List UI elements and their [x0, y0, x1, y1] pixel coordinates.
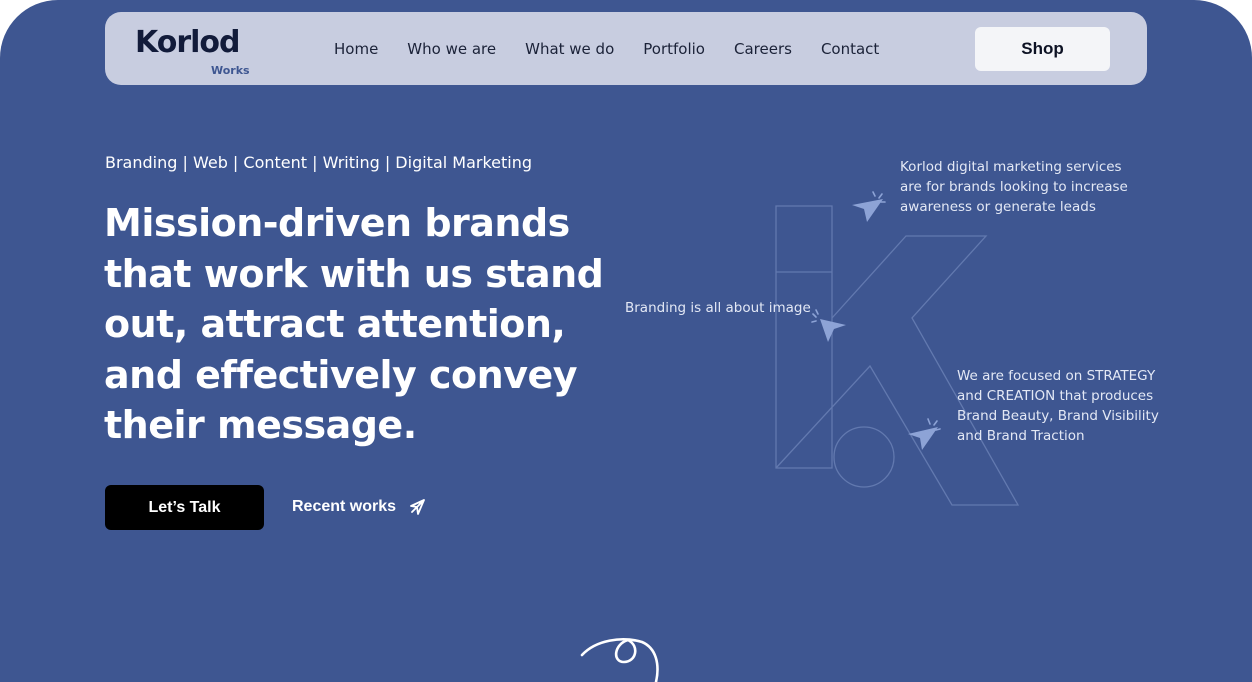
hero-headline: Mission-driven brands that work with us … — [104, 201, 604, 447]
recent-works-label: Recent works — [292, 498, 397, 515]
send-arrow-icon — [410, 499, 425, 515]
shop-button[interactable]: Shop — [975, 27, 1110, 71]
korlod-logo[interactable]: Korlod Works — [135, 22, 255, 78]
top-navbar: Korlod Works Home Who we are What we do … — [105, 12, 1147, 85]
callout-strategy: We are focused on STRATEGY and CREATION … — [957, 368, 1159, 444]
services-tagline: Branding | Web | Content | Writing | Dig… — [105, 153, 533, 172]
hero-section: Korlod Works Home Who we are What we do … — [0, 0, 1252, 682]
logo-wordmark: Korlod — [135, 25, 241, 60]
callout-digital-marketing: Korlod digital marketing services are fo… — [900, 159, 1128, 215]
nav-home[interactable]: Home — [334, 40, 378, 58]
recent-works-link[interactable]: Recent works — [292, 493, 427, 521]
logo-subtitle: Works — [211, 64, 250, 77]
nav-links: Home Who we are What we do Portfolio Car… — [334, 12, 908, 85]
nav-what-we-do[interactable]: What we do — [525, 40, 614, 58]
nav-portfolio[interactable]: Portfolio — [643, 40, 705, 58]
nav-careers[interactable]: Careers — [734, 40, 792, 58]
callout-branding: Branding is all about image — [625, 300, 811, 316]
nav-who-we-are[interactable]: Who we are — [407, 40, 496, 58]
nav-contact[interactable]: Contact — [821, 40, 879, 58]
lets-talk-button[interactable]: Let’s Talk — [105, 485, 264, 530]
